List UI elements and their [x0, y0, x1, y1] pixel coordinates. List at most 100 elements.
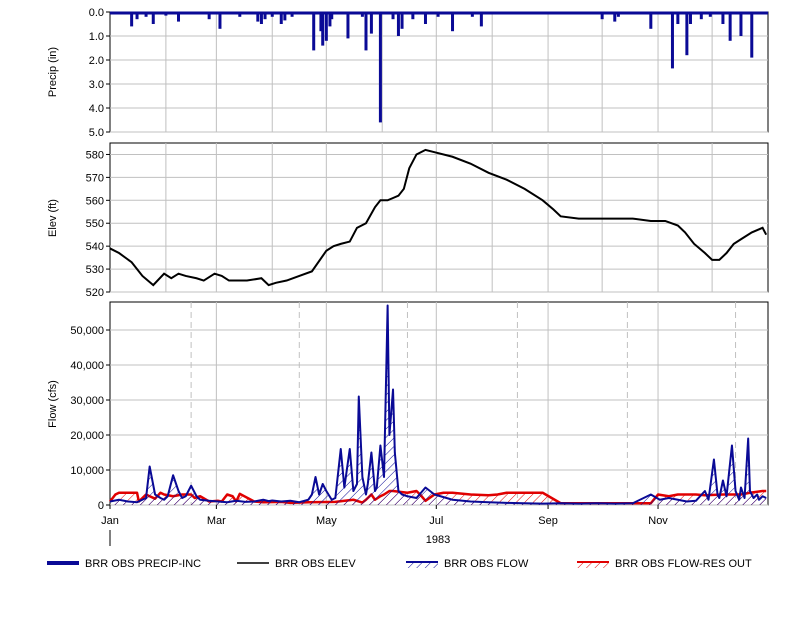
precip-bar	[330, 12, 334, 20]
precip-bar	[130, 12, 134, 27]
flow-panel: 0 10,000 20,000 30,000 40,000 50,000 Flow (cf…	[47, 301, 769, 546]
flow-ytick-label: 50,000	[70, 325, 104, 337]
precip-bar	[364, 12, 368, 51]
precip-bar	[613, 12, 617, 22]
precip-plot-area	[109, 11, 769, 133]
precip-bar	[259, 12, 263, 24]
precip-bar	[685, 12, 689, 56]
precip-ytick-label: 5.0	[89, 127, 104, 139]
elev-ytick-label: 540	[86, 241, 104, 253]
precip-ytick-label: 4.0	[89, 103, 104, 115]
precip-bar	[238, 12, 242, 17]
precip-bar	[369, 12, 373, 34]
precip-bar	[346, 12, 350, 39]
precip-bar	[321, 12, 325, 46]
x-axis-year-label: 1983	[426, 534, 450, 546]
precip-ytick-label: 3.0	[89, 79, 104, 91]
flow-ytick-label: 40,000	[70, 360, 104, 372]
precip-bar	[113, 12, 117, 14]
legend-label: BRR OBS FLOW-RES OUT	[615, 558, 752, 570]
precip-bar	[728, 12, 732, 41]
x-tick-label: Mar	[207, 515, 226, 527]
precip-bar	[400, 12, 404, 29]
precip-ytick-label: 0.0	[89, 7, 104, 19]
precip-ytick-label: 2.0	[89, 55, 104, 67]
legend-label: BRR OBS FLOW	[444, 558, 529, 570]
hydrograph-figure: 0.0 1.0 2.0 3.0 4.0 5.0 Precip (in) 520 530 540…	[0, 0, 800, 627]
legend-label: BRR OBS PRECIP-INC	[85, 558, 201, 570]
precip-bar	[688, 12, 692, 24]
x-tick-label: May	[316, 515, 337, 527]
flow-ytick-label: 20,000	[70, 430, 104, 442]
precip-bar	[312, 12, 316, 51]
precip-bar	[423, 12, 427, 24]
elev-ytick-label: 560	[86, 195, 104, 207]
precip-bar	[151, 12, 155, 24]
precip-bar	[177, 12, 181, 22]
precip-bar	[436, 12, 440, 17]
precip-panel: 0.0 1.0 2.0 3.0 4.0 5.0 Precip (in)	[47, 7, 769, 139]
precip-ytick-label: 1.0	[89, 31, 104, 43]
precip-bar	[708, 12, 712, 17]
flow-plot-area	[109, 301, 769, 506]
precip-bar	[256, 12, 260, 22]
legend-item: BRR OBS FLOW-RES OUT	[577, 558, 752, 570]
elev-ytick-label: 550	[86, 218, 104, 230]
precip-bar	[616, 12, 620, 17]
precip-bar	[187, 12, 191, 15]
precip-bar	[164, 12, 168, 16]
x-tick-label: Nov	[648, 515, 668, 527]
elev-ytick-label: 570	[86, 172, 104, 184]
precip-bar	[391, 12, 395, 20]
precip-bar	[600, 12, 604, 20]
precip-bar	[649, 12, 653, 29]
x-tick-label: Sep	[538, 515, 558, 527]
elev-ytick-label: 580	[86, 149, 104, 161]
precip-bar	[470, 12, 474, 17]
flow-axis-label: Flow (cfs)	[47, 380, 59, 428]
precip-bar	[290, 12, 294, 17]
precip-bar	[378, 12, 382, 123]
elev-plot-area	[109, 142, 769, 293]
precip-bar	[721, 12, 725, 24]
precip-bar	[411, 12, 415, 20]
flow-ytick-label: 10,000	[70, 465, 104, 477]
elev-ytick-label: 520	[86, 287, 104, 299]
precip-bar	[263, 12, 267, 20]
x-tick-label: Jan	[101, 515, 119, 527]
precip-bar	[135, 12, 139, 20]
precip-bar	[699, 12, 703, 20]
precip-bar	[750, 12, 754, 58]
precip-bar	[144, 12, 148, 17]
precip-bar	[279, 12, 283, 24]
precip-bar	[396, 12, 400, 36]
chart-legend: BRR OBS PRECIP-INC BRR OBS ELEV BRR OBS FL…	[47, 558, 752, 570]
precip-axis-label: Precip (in)	[47, 47, 59, 97]
precip-bar	[521, 12, 525, 15]
precip-bar	[479, 12, 483, 27]
elev-ytick-label: 530	[86, 264, 104, 276]
chart-canvas: 0.0 1.0 2.0 3.0 4.0 5.0 Precip (in) 520 530 540…	[47, 7, 769, 570]
legend-item: BRR OBS FLOW	[406, 558, 529, 570]
precip-bar	[451, 12, 455, 32]
precip-bar	[283, 12, 287, 21]
precip-bar	[207, 12, 211, 20]
precip-bar	[631, 12, 635, 15]
precip-bar	[676, 12, 680, 24]
legend-item: BRR OBS ELEV	[237, 558, 356, 570]
flow-ytick-label: 30,000	[70, 395, 104, 407]
precip-bar	[591, 12, 595, 15]
x-tick-label: Jul	[429, 515, 443, 527]
precip-bar	[324, 12, 328, 41]
precip-bar	[218, 12, 222, 29]
precip-bar	[360, 12, 364, 17]
precip-bar	[739, 12, 743, 36]
precip-bar	[270, 12, 274, 17]
elev-axis-label: Elev (ft)	[47, 199, 59, 237]
precip-bar	[670, 12, 674, 69]
elevation-panel: 520 530 540 550 560 570 580 Elev (ft)	[47, 142, 769, 299]
flow-ytick-label: 0	[98, 500, 104, 512]
precip-bar	[247, 12, 251, 15]
legend-label: BRR OBS ELEV	[275, 558, 356, 570]
legend-item: BRR OBS PRECIP-INC	[47, 558, 201, 570]
